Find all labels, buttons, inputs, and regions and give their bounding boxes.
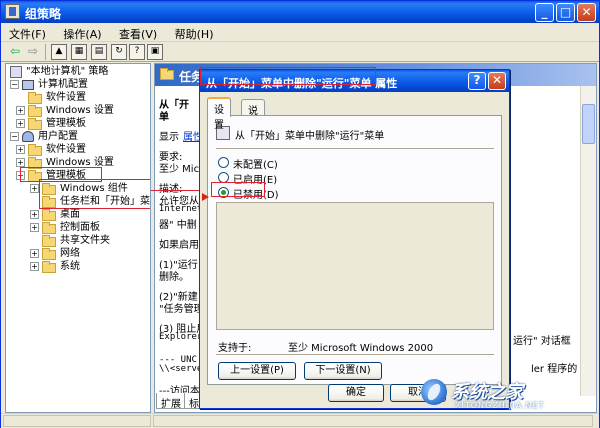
highlight-dialog-title bbox=[200, 67, 376, 85]
show-tree-icon[interactable]: ▦ bbox=[71, 44, 87, 60]
desc-line: Internet bbox=[159, 204, 203, 214]
dialog-close-button[interactable]: ✕ bbox=[488, 72, 506, 90]
ok-button[interactable]: 确定 bbox=[328, 384, 384, 402]
desc-line: "任务管理 bbox=[159, 304, 204, 315]
user-icon bbox=[22, 131, 34, 142]
expand-icon[interactable]: + bbox=[30, 262, 39, 271]
collapse-icon[interactable]: − bbox=[10, 132, 19, 141]
expand-icon[interactable]: + bbox=[16, 119, 25, 128]
options-area bbox=[216, 202, 494, 330]
scrollbar-thumb[interactable] bbox=[582, 104, 595, 144]
folder-icon bbox=[42, 222, 56, 234]
folder-icon bbox=[28, 144, 42, 156]
tab-explain[interactable]: 说明 bbox=[241, 99, 265, 132]
status-bar bbox=[1, 413, 599, 428]
policy-properties-dialog: 从「开始」菜单中删除"运行"菜单 属性 ? ✕ 设置 说明 从「开始」菜单中删除… bbox=[199, 69, 510, 409]
folder-icon bbox=[42, 209, 56, 221]
properties-icon[interactable]: ▤ bbox=[91, 44, 107, 60]
watermark: 系统之家 XITONGZHIJIA.NET bbox=[421, 377, 597, 413]
desc-display: 显示 bbox=[159, 132, 179, 143]
title-bar[interactable]: 组策略 _ □ ✕ bbox=[1, 1, 599, 23]
menu-help[interactable]: 帮助(H) bbox=[167, 23, 220, 42]
support-label: 支持于: bbox=[218, 343, 252, 354]
expand-icon[interactable]: + bbox=[30, 223, 39, 232]
folder-icon bbox=[42, 235, 56, 247]
annotation-arrow-icon bbox=[202, 193, 209, 201]
group-policy-window: 组策略 _ □ ✕ 文件(F) 操作(A) 查看(V) 帮助(H) ⇦ ⇨ ▲ … bbox=[0, 0, 600, 428]
tab-settings[interactable]: 设置 bbox=[207, 97, 231, 131]
divider bbox=[216, 354, 494, 356]
watermark-url: XITONGZHIJIA.NET bbox=[455, 401, 545, 410]
menu-bar: 文件(F) 操作(A) 查看(V) 帮助(H) bbox=[1, 23, 599, 42]
menu-action[interactable]: 操作(A) bbox=[55, 23, 107, 42]
toolbar-separator bbox=[45, 44, 46, 60]
computer-icon bbox=[22, 80, 34, 90]
desc-line-right: 运行" 对话框 bbox=[513, 336, 571, 347]
toolbar: ⇦ ⇨ ▲ ▦ ▤ ↻ ? ▣ bbox=[1, 42, 599, 62]
folder-icon bbox=[42, 248, 56, 260]
window-title: 组策略 bbox=[25, 7, 62, 21]
close-button[interactable]: ✕ bbox=[577, 3, 596, 22]
menu-view[interactable]: 查看(V) bbox=[111, 23, 163, 42]
folder-icon bbox=[28, 92, 42, 104]
previous-setting-button[interactable]: 上一设置(P) bbox=[218, 362, 296, 380]
policy-app-icon bbox=[5, 4, 20, 19]
folder-icon bbox=[28, 118, 42, 130]
expand-icon[interactable]: + bbox=[30, 210, 39, 219]
settings-panel: 从「开始」菜单中删除"运行"菜单 未配置(C) 已启用(E) 已禁用(D) 支持… bbox=[207, 115, 502, 385]
desc-title-2: 单 bbox=[159, 112, 169, 123]
expand-icon[interactable]: + bbox=[30, 184, 39, 193]
minimize-button[interactable]: _ bbox=[535, 3, 554, 22]
collapse-icon[interactable]: − bbox=[10, 80, 19, 89]
expand-icon[interactable]: + bbox=[16, 145, 25, 154]
status-cell bbox=[3, 415, 151, 427]
expand-icon[interactable]: + bbox=[16, 158, 25, 167]
refresh-icon[interactable]: ↻ bbox=[111, 44, 127, 60]
desc-line: Explorer bbox=[159, 332, 203, 342]
divider bbox=[216, 148, 494, 150]
expand-icon[interactable]: + bbox=[30, 249, 39, 258]
folder-icon bbox=[28, 105, 42, 117]
desc-line-right: ler 程序的 bbox=[531, 364, 578, 375]
folder-icon bbox=[42, 261, 56, 273]
tree-pane[interactable]: "本地计算机" 策略 − 计算机配置 软件设置 + Windows 设置 + 管… bbox=[5, 63, 151, 413]
back-arrow-icon[interactable]: ⇦ bbox=[7, 44, 23, 60]
help-icon[interactable]: ? bbox=[129, 44, 145, 60]
tab-extended[interactable]: 扩展 bbox=[156, 393, 186, 410]
watermark-logo-icon bbox=[421, 379, 447, 405]
folder-icon bbox=[160, 68, 174, 80]
up-folder-icon[interactable]: ▲ bbox=[51, 44, 67, 60]
next-setting-button[interactable]: 下一设置(N) bbox=[304, 362, 382, 380]
desc-requires-val: 至少 Micr bbox=[159, 164, 204, 175]
highlight-taskbar-start bbox=[39, 179, 150, 209]
vertical-scrollbar[interactable] bbox=[580, 86, 596, 396]
desc-line: 删除。 bbox=[159, 272, 189, 283]
radio-circle[interactable] bbox=[218, 157, 229, 168]
expand-icon[interactable]: + bbox=[16, 106, 25, 115]
menu-file[interactable]: 文件(F) bbox=[1, 23, 52, 42]
maximize-button[interactable]: □ bbox=[556, 3, 575, 22]
console-icon[interactable]: ▣ bbox=[147, 44, 163, 60]
status-cell bbox=[153, 415, 593, 427]
support-value: 至少 Microsoft Windows 2000 bbox=[288, 343, 434, 354]
policy-icon bbox=[10, 66, 22, 78]
policy-name: 从「开始」菜单中删除"运行"菜单 bbox=[235, 131, 385, 142]
forward-arrow-icon[interactable]: ⇨ bbox=[25, 44, 41, 60]
desc-line: 器" 中删 bbox=[159, 220, 197, 231]
highlight-disabled-option bbox=[211, 182, 265, 197]
dialog-help-button[interactable]: ? bbox=[468, 72, 486, 90]
